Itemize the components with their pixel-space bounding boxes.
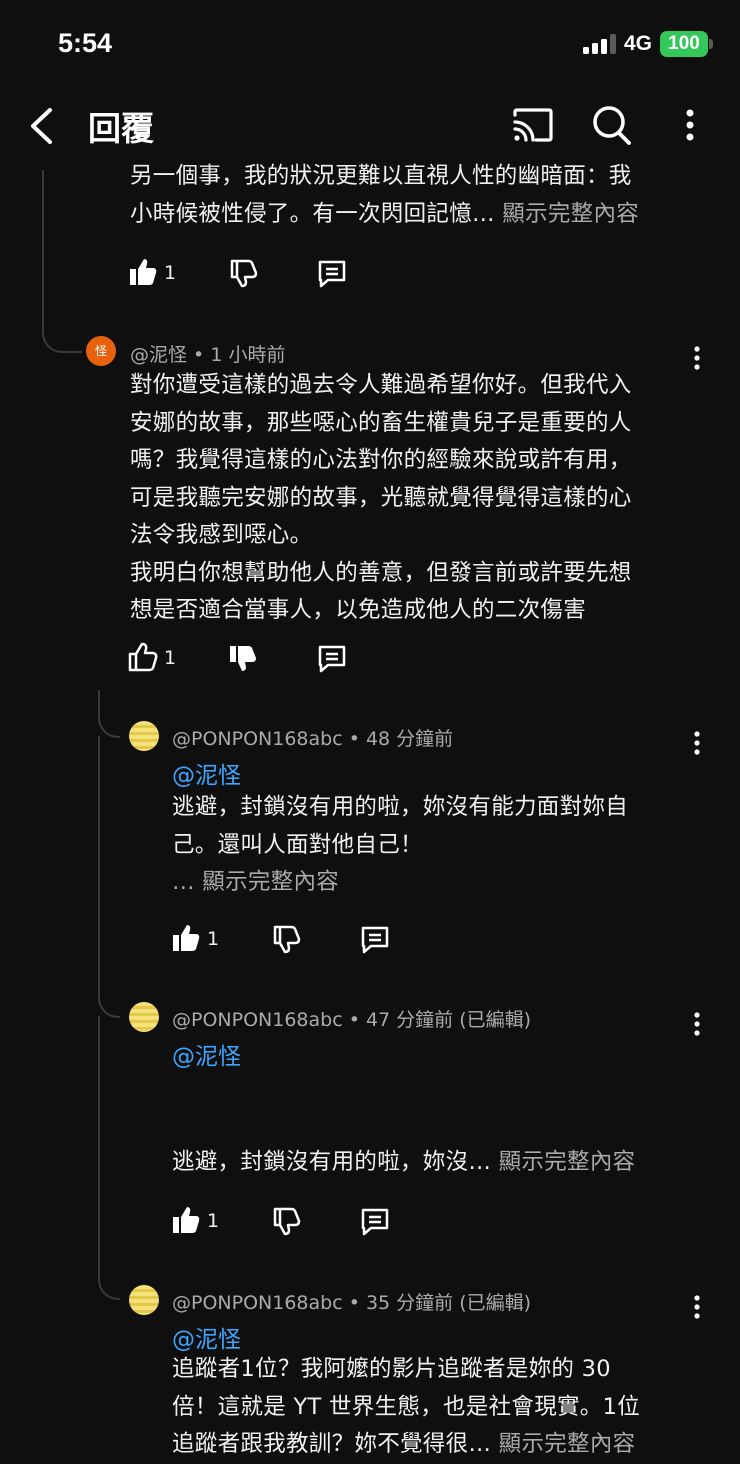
reply-icon[interactable]	[359, 1206, 391, 1238]
comment-text: 逃避，封鎖沒有用的啦，妳沒… 顯示完整內容	[172, 1144, 712, 1182]
page-title: 回覆	[88, 109, 154, 148]
thumbs-down-icon[interactable]	[271, 924, 301, 954]
reply-icon[interactable]	[316, 258, 348, 290]
reply-icon[interactable]	[316, 643, 348, 675]
comment-line: 對你遭受這樣的過去令人難過希望你好。但我代入	[130, 372, 632, 398]
author-name[interactable]: @泥怪	[130, 344, 187, 366]
cast-icon[interactable]	[512, 107, 554, 143]
reply-icon[interactable]	[359, 924, 391, 956]
network-type: 4G	[624, 32, 653, 55]
comment-time: 47 分鐘前 (已編輯)	[365, 1009, 532, 1031]
comment-text: 對你遭受這樣的過去令人難過希望你好。但我代入 安娜的故事，那些噁心的畜生權貴兒子…	[130, 367, 710, 630]
like-count: 1	[164, 262, 177, 284]
thread-connector	[42, 320, 82, 353]
comment-options-icon[interactable]	[694, 1012, 700, 1036]
thread-connector	[98, 708, 120, 738]
thumbs-up-icon[interactable]	[171, 923, 201, 953]
avatar[interactable]	[129, 721, 159, 751]
status-time: 5:54	[58, 28, 113, 58]
thread-line	[98, 736, 100, 986]
back-arrow-icon[interactable]	[28, 107, 54, 145]
read-more-link[interactable]: 顯示完整內容	[502, 201, 639, 227]
thread-line	[98, 1016, 100, 1268]
comment-text: 追蹤者1位？我阿嬤的影片追蹤者是妳的 30 倍！這就是 YT 世界生態，也是社會…	[172, 1351, 712, 1464]
comment-line: 己。還叫人面對他自己！	[172, 831, 423, 858]
thread-connector	[98, 986, 120, 1018]
comment-line: 我明白你想幫助他人的善意，但發言前或許要先想	[130, 559, 632, 586]
comment-line: … 顯示完整內容	[172, 869, 340, 895]
comment-options-icon[interactable]	[694, 731, 700, 755]
thread-line	[42, 170, 44, 320]
comment-line: 小時候被性侵了。有一次閃回記憶… 顯示完整內容	[130, 200, 640, 227]
comment-options-icon[interactable]	[694, 1295, 700, 1319]
search-icon[interactable]	[592, 104, 632, 146]
thumbs-down-icon[interactable]	[271, 1206, 301, 1236]
thumbs-up-icon[interactable]	[128, 257, 158, 287]
battery-indicator: 100	[660, 31, 708, 57]
mention-link[interactable]: @泥怪	[172, 1037, 241, 1071]
comment-text: 逃避，封鎖沒有用的啦，妳沒有能力面對妳自 己。還叫人面對他自己！ … 顯示完整內…	[172, 789, 712, 902]
comment-line: 追蹤者1位？我阿嬤的影片追蹤者是妳的 30	[172, 1356, 611, 1382]
read-more-link[interactable]: 顯示完整內容	[202, 869, 339, 895]
like-count: 1	[164, 647, 177, 669]
like-count: 1	[207, 1210, 220, 1232]
thread-connector	[98, 1268, 120, 1300]
comment-meta: @PONPON168abc • 47 分鐘前 (已編輯)	[172, 1009, 532, 1031]
read-more-link[interactable]: 顯示完整內容	[499, 1149, 636, 1175]
comment-time: 48 分鐘前	[365, 728, 454, 750]
comment-line: 追蹤者跟我教訓？妳不覺得很… 顯示完整內容	[172, 1431, 636, 1457]
comment-line: 嗎？我覺得這樣的心法對你的經驗來說或許有用，	[130, 447, 632, 473]
comment-time: 1 小時前	[210, 344, 286, 366]
comment-meta: @泥怪 • 1 小時前	[130, 344, 286, 366]
avatar[interactable]: 怪	[86, 336, 116, 366]
comment-line: 安娜的故事，那些噁心的畜生權貴兒子是重要的人	[130, 409, 632, 436]
comment-meta: @PONPON168abc • 48 分鐘前	[172, 728, 454, 750]
author-name[interactable]: @PONPON168abc	[172, 1009, 343, 1031]
comment-line: 倍！這就是 YT 世界生態，也是社會現實。1位	[172, 1393, 641, 1420]
comment-text: 另一個事，我的狀況更難以直視人性的幽暗面：我 小時候被性侵了。有一次閃回記憶… …	[130, 158, 710, 233]
avatar[interactable]	[129, 1002, 159, 1032]
comment-line: 逃避，封鎖沒有用的啦，妳沒有能力面對妳自	[172, 794, 629, 820]
comment-time: 35 分鐘前 (已編輯)	[365, 1292, 532, 1314]
author-name[interactable]: @PONPON168abc	[172, 1292, 343, 1314]
avatar[interactable]	[129, 1285, 159, 1315]
mention-link[interactable]: @泥怪	[172, 1320, 241, 1354]
comment-line: 法令我感到噁心。	[130, 522, 313, 548]
like-count: 1	[207, 928, 220, 950]
read-more-link[interactable]: 顯示完整內容	[499, 1431, 636, 1457]
cellular-signal-icon	[583, 34, 616, 54]
thumbs-down-icon[interactable]	[228, 258, 258, 288]
comment-line: 可是我聽完安娜的故事，光聽就覺得覺得這樣的心	[130, 484, 632, 511]
thumbs-down-icon[interactable]	[228, 643, 258, 673]
comment-line: 逃避，封鎖沒有用的啦，妳沒… 顯示完整內容	[172, 1149, 636, 1175]
thread-line	[98, 690, 100, 710]
battery-tip	[709, 39, 713, 49]
thumbs-up-icon[interactable]	[171, 1205, 201, 1235]
comment-line: 想是否適合當事人，以免造成他人的二次傷害	[130, 597, 587, 623]
more-options-icon[interactable]	[685, 109, 695, 141]
comment-meta: @PONPON168abc • 35 分鐘前 (已編輯)	[172, 1292, 532, 1314]
comment-line: 另一個事，我的狀況更難以直視人性的幽暗面：我	[130, 163, 632, 189]
mention-link[interactable]: @泥怪	[172, 756, 241, 790]
thumbs-up-icon[interactable]	[128, 642, 158, 672]
author-name[interactable]: @PONPON168abc	[172, 728, 343, 750]
